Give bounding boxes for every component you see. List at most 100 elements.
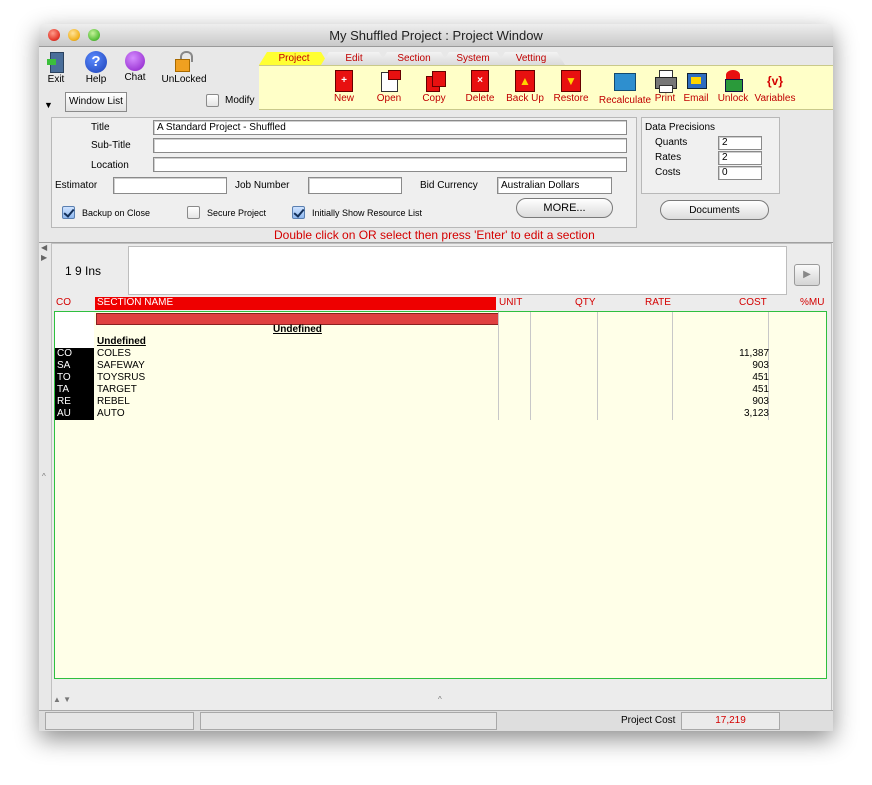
section-entry-field[interactable]	[128, 246, 787, 295]
table-row[interactable]: SA SAFEWAY 903	[55, 360, 825, 372]
backup-on-close-checkbox[interactable]	[62, 206, 75, 219]
subtitle-field[interactable]	[153, 138, 627, 153]
tab-system[interactable]: System	[441, 52, 505, 65]
delete-icon: ×	[471, 70, 489, 92]
email-icon	[685, 70, 707, 92]
help-button[interactable]: ? Help	[76, 51, 116, 85]
column-rate[interactable]: RATE	[645, 297, 671, 308]
row-cost: 451	[752, 384, 769, 395]
rates-field[interactable]: 2	[718, 151, 762, 165]
rates-label: Rates	[655, 152, 682, 163]
show-resource-list-checkbox[interactable]	[292, 206, 305, 219]
backup-on-close-label: Backup on Close	[82, 208, 151, 218]
table-row[interactable]: CO COLES 11,387	[55, 348, 825, 360]
new-button[interactable]: + New	[329, 70, 359, 104]
row-name: TARGET	[97, 384, 137, 395]
scroll-arrows-icon[interactable]: ▲ ▼	[53, 695, 71, 704]
column-cost[interactable]: COST	[739, 297, 767, 308]
tab-vetting[interactable]: Vetting	[497, 52, 565, 65]
estimator-label: Estimator	[55, 180, 98, 191]
tab-project[interactable]: Project	[259, 52, 329, 65]
modify-checkbox[interactable]	[206, 94, 219, 107]
more-button[interactable]: MORE...	[516, 198, 613, 218]
resize-caret-icon[interactable]: ^	[42, 472, 46, 481]
exit-door-icon	[45, 51, 67, 73]
title-bar[interactable]: My Shuffled Project : Project Window	[39, 24, 833, 47]
column-qty[interactable]: QTY	[575, 297, 596, 308]
print-button[interactable]: Print	[653, 70, 677, 104]
insert-indicator: 1 9 Ins	[65, 264, 102, 278]
quants-label: Quants	[655, 137, 688, 148]
tab-section[interactable]: Section	[379, 52, 449, 65]
exit-button[interactable]: Exit	[39, 51, 76, 85]
title-field[interactable]: A Standard Project - Shuffled	[153, 120, 627, 135]
row-code: AU	[55, 408, 94, 420]
row-cost: 451	[752, 372, 769, 383]
row-name: REBEL	[97, 396, 130, 407]
secure-project-checkbox[interactable]	[187, 206, 200, 219]
email-button[interactable]: Email	[681, 70, 711, 104]
table-row[interactable]: RE REBEL 903	[55, 396, 825, 408]
modify-label: Modify	[225, 95, 255, 106]
documents-button[interactable]: Documents	[660, 200, 769, 220]
restore-button[interactable]: ▼ Restore	[551, 70, 591, 104]
estimator-field[interactable]	[113, 177, 227, 194]
secure-project-label: Secure Project	[207, 208, 267, 218]
row-name: TOYSRUS	[97, 372, 146, 383]
row-cost: 11,387	[739, 348, 769, 359]
row-name: AUTO	[97, 408, 125, 419]
sections-grid[interactable]: Undefined Undefined CO COLES 11,387 SA S…	[54, 311, 827, 679]
table-row[interactable]: TO TOYSRUS 451	[55, 372, 825, 384]
table-row[interactable]: TA TARGET 451	[55, 384, 825, 396]
lock-status[interactable]: UnLocked	[159, 51, 209, 85]
window-list-button[interactable]: Window List	[65, 92, 127, 112]
resize-caret-icon[interactable]: ^	[438, 695, 442, 704]
quants-field[interactable]: 2	[718, 136, 762, 150]
column-unit[interactable]: UNIT	[499, 297, 522, 308]
data-precisions-title: Data Precisions	[645, 122, 716, 133]
column-section-name[interactable]: SECTION NAME	[95, 297, 496, 310]
calculator-icon	[614, 73, 636, 91]
group-heading: Undefined	[273, 324, 322, 335]
recalculate-button[interactable]: Recalculate	[597, 70, 653, 106]
project-window: My Shuffled Project : Project Window Exi…	[39, 24, 833, 731]
row-code: RE	[55, 396, 94, 408]
table-row[interactable]: AU AUTO 3,123	[55, 408, 825, 420]
bid-currency-label: Bid Currency	[420, 180, 478, 191]
row-cost: 903	[752, 360, 769, 371]
project-ribbon: + New Open Copy × Delete ▲ Back Up ▼ Res…	[259, 65, 833, 110]
project-cost-value: 17,219	[681, 712, 780, 730]
open-button[interactable]: Open	[369, 70, 409, 104]
variables-braces-icon: {v}	[766, 74, 783, 88]
status-bar: Project Cost 17,219	[39, 710, 833, 731]
location-label: Location	[91, 160, 129, 171]
bid-currency-field[interactable]: Australian Dollars	[497, 177, 612, 194]
collapse-arrow-icon[interactable]: ▼	[44, 100, 54, 110]
table-header: CO SECTION NAME UNIT QTY RATE COST %MU	[53, 297, 827, 310]
variables-button[interactable]: {v} Variables	[751, 70, 799, 104]
copy-icon	[423, 70, 446, 92]
row-code: TA	[55, 384, 94, 396]
play-icon[interactable]: ▶	[794, 264, 820, 286]
delete-button[interactable]: × Delete	[462, 70, 498, 104]
location-field[interactable]	[153, 157, 627, 172]
row-code: CO	[55, 348, 94, 360]
row-name: COLES	[97, 348, 131, 359]
restore-down-arrow-icon: ▼	[561, 70, 581, 92]
tab-edit[interactable]: Edit	[321, 52, 387, 65]
column-co[interactable]: CO	[56, 297, 71, 308]
costs-label: Costs	[655, 167, 681, 178]
job-number-field[interactable]	[308, 177, 402, 194]
copy-button[interactable]: Copy	[419, 70, 449, 104]
column-mu[interactable]: %MU	[800, 297, 824, 308]
side-arrows-icon[interactable]: ◀ ▶	[41, 243, 50, 263]
chat-button[interactable]: Chat	[115, 51, 155, 83]
project-cost-label: Project Cost	[621, 715, 676, 726]
chat-icon	[125, 51, 145, 71]
edit-section-hint: Double click on OR select then press 'En…	[274, 228, 595, 242]
job-number-label: Job Number	[235, 180, 290, 191]
row-cost: 3,123	[743, 408, 769, 419]
unlock-button[interactable]: Unlock	[715, 70, 751, 104]
costs-field[interactable]: 0	[718, 166, 762, 180]
backup-button[interactable]: ▲ Back Up	[505, 70, 545, 104]
